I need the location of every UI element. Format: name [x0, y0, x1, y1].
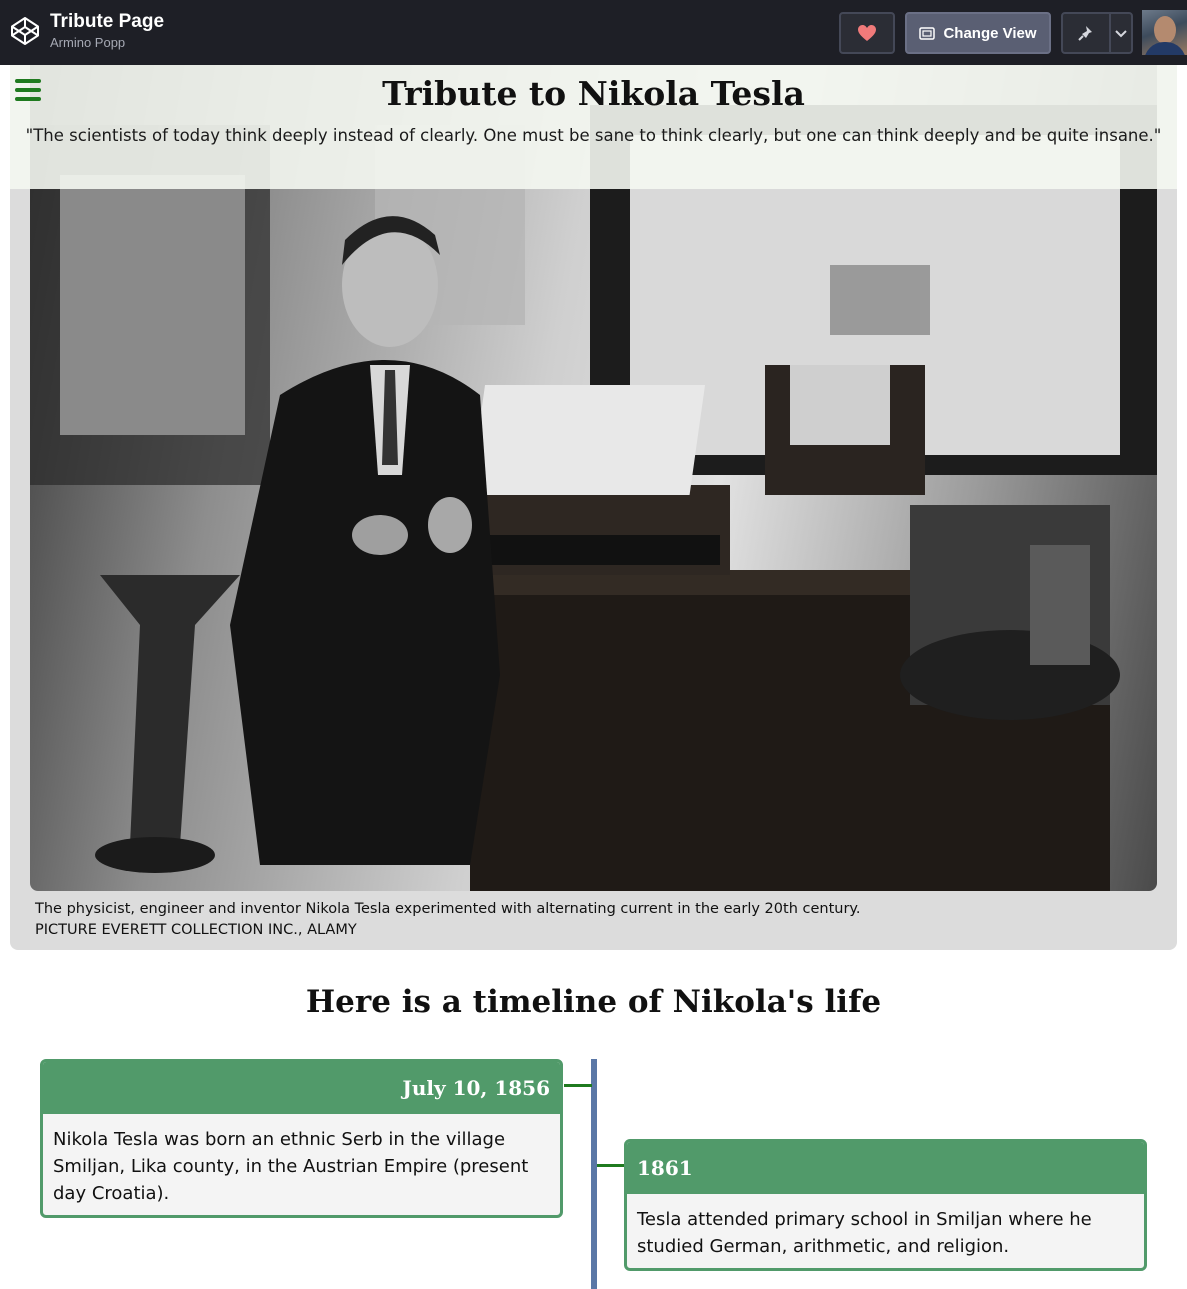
- tesla-quote: "The scientists of today think deeply in…: [25, 126, 1162, 145]
- love-button[interactable]: [839, 12, 895, 54]
- timeline-heading: Here is a timeline of Nikola's life: [305, 984, 882, 1020]
- chevron-down-icon[interactable]: [1115, 29, 1127, 39]
- timeline-connector-1: [564, 1084, 592, 1087]
- caption-description: The physicist, engineer and inventor Nik…: [35, 901, 861, 917]
- timeline-event-text: Tesla attended primary school in Smiljan…: [637, 1209, 1092, 1257]
- photo-caption: The physicist, engineer and inventor Nik…: [35, 899, 861, 941]
- timeline-event-1: July 10, 1856 Nikola Tesla was born an e…: [40, 1059, 563, 1218]
- change-view-icon: [919, 26, 936, 40]
- pin-button[interactable]: [1061, 12, 1133, 54]
- pen-title[interactable]: Tribute Page: [50, 11, 164, 33]
- codepen-topbar: Tribute Page Armino Popp Change View: [0, 0, 1187, 65]
- heart-icon: [858, 25, 876, 41]
- timeline-axis: [591, 1059, 597, 1289]
- codepen-logo-icon[interactable]: [9, 15, 41, 47]
- timeline-event-date: July 10, 1856: [43, 1062, 560, 1114]
- page-title: Tribute to Nikola Tesla: [382, 74, 805, 113]
- pin-button-divider: [1109, 14, 1111, 52]
- avatar-shoulders: [1144, 42, 1186, 55]
- timeline-event-text: Nikola Tesla was born an ethnic Serb in …: [53, 1129, 529, 1204]
- pen-author[interactable]: Armino Popp: [50, 35, 125, 50]
- timeline-connector-2: [597, 1164, 624, 1167]
- user-avatar[interactable]: [1142, 10, 1187, 55]
- timeline-event-2: 1861 Tesla attended primary school in Sm…: [624, 1139, 1147, 1271]
- avatar-head: [1154, 16, 1176, 44]
- caption-credit: PICTURE EVERETT COLLECTION INC., ALAMY: [35, 922, 357, 938]
- change-view-button[interactable]: Change View: [905, 12, 1051, 54]
- timeline-event-date: 1861: [627, 1142, 1144, 1194]
- change-view-label: Change View: [943, 24, 1037, 42]
- pin-icon: [1078, 26, 1092, 41]
